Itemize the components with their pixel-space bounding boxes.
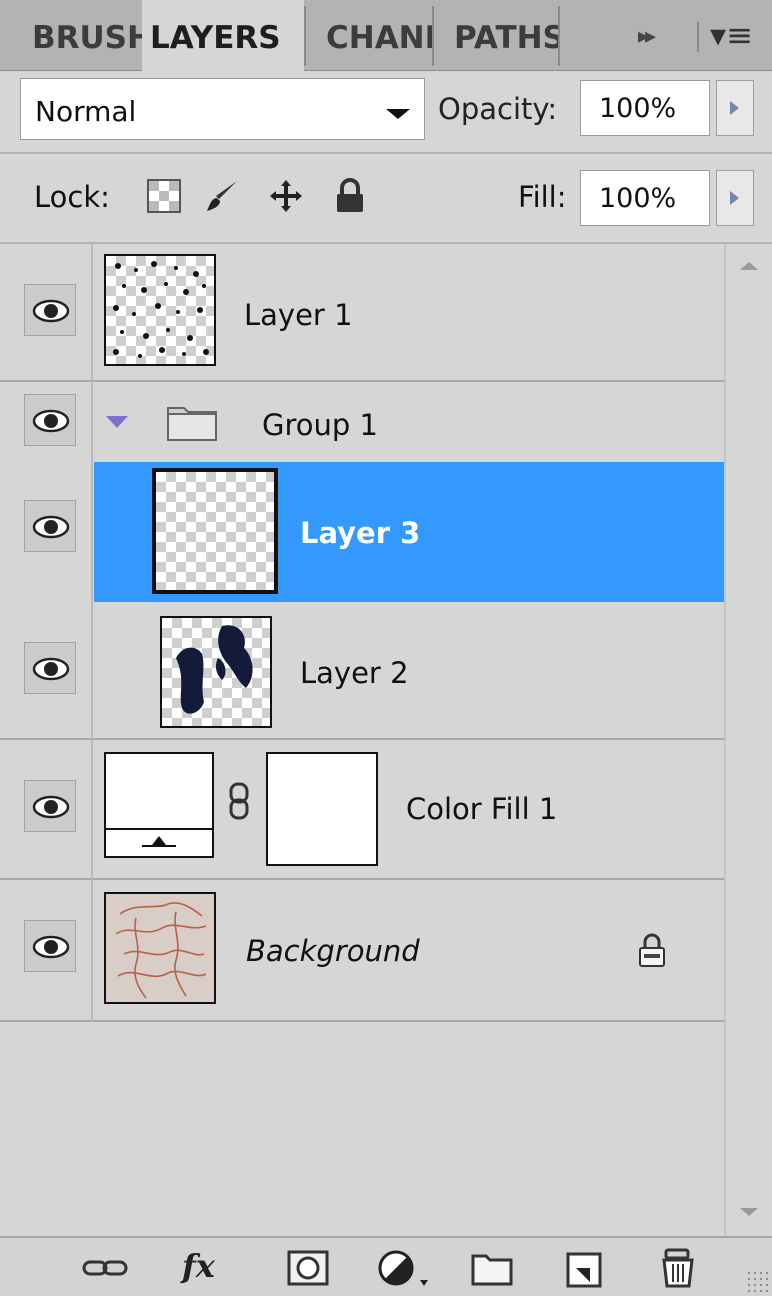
layer-list: Layer 1 Group 1 Layer 3 Layer 2 Color Fi… (0, 244, 724, 1236)
opacity-input[interactable]: 100% (580, 80, 710, 136)
layer-mask-thumbnail[interactable] (266, 752, 378, 866)
lock-label: Lock: (34, 180, 110, 214)
new-group-icon[interactable] (470, 1246, 514, 1290)
layers-panel: BRUSHES LAYERS CHANNELS PATHS ▸▸ ▾≡ Norm… (0, 0, 772, 1296)
lock-transparent-pixels-icon[interactable] (146, 178, 182, 214)
folder-icon (166, 400, 218, 442)
fill-slider-button[interactable] (716, 170, 754, 226)
layer-row-background[interactable]: Background (0, 880, 724, 1022)
layer-name[interactable]: Background (246, 934, 420, 968)
layer-name[interactable]: Layer 2 (300, 656, 409, 690)
layer-thumbnail (104, 892, 216, 1004)
delete-layer-icon[interactable] (658, 1246, 698, 1290)
layer-name[interactable]: Group 1 (262, 408, 378, 442)
opacity-slider-button[interactable] (716, 80, 754, 136)
layer-row-layer-3[interactable]: Layer 3 (0, 462, 724, 602)
add-mask-icon[interactable] (286, 1246, 330, 1290)
lock-position-icon[interactable] (268, 178, 304, 214)
visibility-eye-icon[interactable] (24, 920, 76, 972)
adjustment-layer-icon[interactable] (376, 1246, 430, 1290)
layer-name[interactable]: Layer 3 (300, 516, 420, 550)
expand-triangle-icon[interactable] (106, 416, 128, 428)
fx-label: fx (182, 1247, 215, 1285)
fill-layer-thumbnail (104, 752, 214, 858)
blend-mode-value: Normal (35, 95, 137, 128)
layer-row-group-1[interactable]: Group 1 (0, 382, 724, 462)
tab-divider (697, 22, 699, 52)
fill-input[interactable]: 100% (580, 170, 710, 226)
layer-list-rail (91, 244, 93, 1022)
visibility-eye-icon[interactable] (24, 780, 76, 832)
panel-bottom-toolbar: fx (0, 1236, 772, 1296)
panel-tab-bar: BRUSHES LAYERS CHANNELS PATHS ▸▸ ▾≡ (0, 0, 772, 71)
visibility-eye-icon[interactable] (24, 500, 76, 552)
lock-all-icon[interactable] (332, 178, 368, 214)
visibility-eye-icon[interactable] (24, 394, 76, 446)
resize-grip-icon[interactable] (746, 1270, 768, 1292)
layer-name[interactable]: Layer 1 (244, 298, 353, 332)
panel-menu-icon[interactable]: ▾≡ (710, 16, 753, 54)
lock-icon (636, 932, 668, 968)
layer-row-color-fill-1[interactable]: Color Fill 1 (0, 740, 724, 880)
layer-row-layer-2[interactable]: Layer 2 (0, 602, 724, 740)
expand-tabs-icon[interactable]: ▸▸ (638, 24, 656, 49)
new-layer-icon[interactable] (564, 1246, 604, 1290)
dropdown-arrow-icon (386, 109, 410, 119)
layer-thumbnail (160, 616, 272, 728)
visibility-eye-icon[interactable] (24, 284, 76, 336)
blend-mode-select[interactable]: Normal (20, 78, 425, 140)
layer-row-layer-1[interactable]: Layer 1 (0, 244, 724, 382)
blend-options-row: Normal Opacity: 100% (0, 70, 772, 154)
visibility-eye-icon[interactable] (24, 642, 76, 694)
fill-label: Fill: (518, 180, 567, 214)
tab-divider (558, 6, 560, 66)
tab-divider (304, 6, 306, 66)
chain-link-icon[interactable] (228, 782, 250, 822)
lock-image-pixels-icon[interactable] (204, 178, 240, 214)
tab-channels[interactable]: CHANNELS (318, 0, 432, 70)
tab-layers[interactable]: LAYERS (142, 0, 304, 71)
link-layers-icon[interactable] (80, 1246, 130, 1290)
layer-thumbnail (152, 468, 278, 594)
lock-options-row: Lock: Fill: 100% (0, 154, 772, 244)
tab-brushes[interactable]: BRUSHES (24, 0, 142, 70)
layer-name[interactable]: Color Fill 1 (406, 792, 557, 826)
tab-paths[interactable]: PATHS (446, 0, 558, 70)
opacity-label: Opacity: (438, 92, 558, 126)
scroll-up-arrow-icon[interactable] (740, 262, 758, 270)
tab-divider (432, 6, 434, 66)
layer-thumbnail (104, 254, 216, 366)
scroll-down-arrow-icon[interactable] (740, 1208, 758, 1216)
fx-icon[interactable]: fx (182, 1246, 244, 1290)
layer-list-scrollbar[interactable] (724, 244, 772, 1236)
